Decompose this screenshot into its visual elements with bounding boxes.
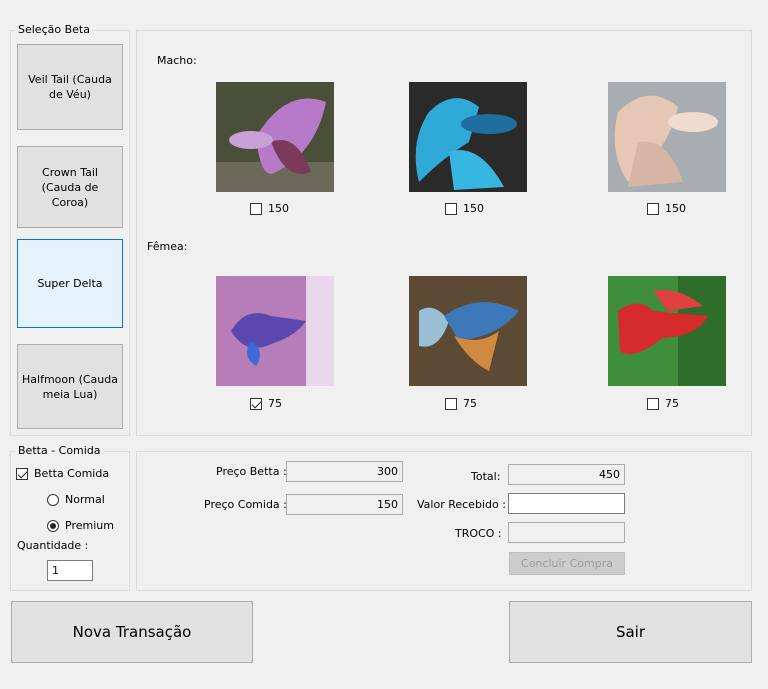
premium-radio[interactable]: Premium [47, 519, 114, 532]
total-label: Total: [471, 470, 501, 483]
femea-checkbox-1[interactable]: 75 [250, 397, 282, 410]
betta-white-photo [608, 82, 726, 192]
radio-circle[interactable] [47, 493, 59, 506]
checkbox-box[interactable] [647, 397, 659, 410]
nova-transacao-button[interactable]: Nova Transação [11, 601, 253, 663]
betta-purple-female-photo [216, 276, 334, 386]
quantidade-label: Quantidade : [17, 539, 89, 552]
femea-label: Fêmea: [147, 240, 188, 253]
macho-price-3: 150 [665, 202, 686, 215]
troco-field [508, 522, 625, 543]
checkbox-box[interactable] [250, 397, 262, 410]
macho-price-1: 150 [268, 202, 289, 215]
concluir-compra-button[interactable]: Concluir Compra [509, 552, 625, 575]
preco-betta-label: Preço Betta : [216, 465, 287, 478]
betta-comida-checkbox[interactable]: Betta Comida [16, 467, 109, 480]
betta-comida-label: Betta Comida [34, 467, 110, 480]
veil-tail-button[interactable]: Veil Tail (Cauda de Véu) [17, 44, 123, 130]
macho-checkbox-2[interactable]: 150 [445, 202, 484, 215]
selecao-beta-title: Seleção Beta [15, 23, 93, 36]
femea-price-3: 75 [665, 397, 679, 410]
preco-comida-field: 150 [286, 494, 403, 515]
checkbox-box[interactable] [445, 397, 457, 410]
crown-tail-button[interactable]: Crown Tail (Cauda de Coroa) [17, 146, 123, 228]
checkbox-box[interactable] [16, 467, 28, 480]
normal-label: Normal [65, 493, 105, 506]
troco-label: TROCO : [455, 527, 502, 540]
halfmoon-button[interactable]: Halfmoon (Cauda meia Lua) [17, 344, 123, 429]
macho-label: Macho: [157, 54, 197, 67]
sair-button[interactable]: Sair [509, 601, 752, 663]
radio-circle[interactable] [47, 519, 59, 532]
valor-recebido-input[interactable] [508, 493, 625, 514]
betta-red-photo [608, 276, 726, 386]
macho-checkbox-3[interactable]: 150 [647, 202, 686, 215]
macho-checkbox-1[interactable]: 150 [250, 202, 289, 215]
macho-price-2: 150 [463, 202, 484, 215]
femea-price-1: 75 [268, 397, 282, 410]
betta-purple-photo [216, 82, 334, 192]
femea-checkbox-3[interactable]: 75 [647, 397, 679, 410]
preco-betta-field: 300 [286, 461, 403, 482]
comida-title: Betta - Comida [15, 444, 104, 457]
valor-recebido-label: Valor Recebido : [417, 498, 506, 511]
checkbox-box[interactable] [250, 202, 262, 215]
checkbox-box[interactable] [647, 202, 659, 215]
total-field: 450 [508, 464, 625, 485]
femea-checkbox-2[interactable]: 75 [445, 397, 477, 410]
betta-multicolor-photo [409, 276, 527, 386]
super-delta-button[interactable]: Super Delta [17, 239, 123, 328]
preco-comida-label: Preço Comida : [204, 498, 287, 511]
femea-price-2: 75 [463, 397, 477, 410]
checkbox-box[interactable] [445, 202, 457, 215]
quantidade-input[interactable]: 1 [47, 560, 93, 581]
betta-blue-photo [409, 82, 527, 192]
premium-label: Premium [65, 519, 114, 532]
normal-radio[interactable]: Normal [47, 493, 105, 506]
